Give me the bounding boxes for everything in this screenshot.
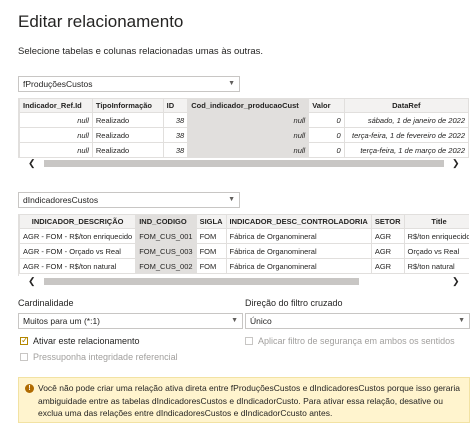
chevron-down-icon: ▼ [231,317,238,324]
table-cell[interactable]: 38 [162,112,189,128]
table-cell[interactable]: terça-feira, 1 de março de 2022 [343,142,469,158]
cardinality-value: Muitos para um (*:1) [23,316,100,326]
table-row: AGR - FOM - Orçado vs Real FOM_CUS_003 F… [19,243,469,259]
table-cell[interactable]: FOM_CUS_002 [135,258,197,274]
table-cell[interactable]: FOM_CUS_001 [135,228,197,244]
table-cell[interactable]: R$/ton natural [403,258,469,274]
table-cell[interactable]: Realizado [91,127,164,143]
scroll-right-icon[interactable]: ❯ [452,158,460,169]
table-cell[interactable]: AGR - FOM - R$/ton natural [19,258,137,274]
table2-col-header[interactable]: INDICADOR_DESC_CONTROLADORIA [225,214,372,229]
table1-col-header[interactable]: ID [162,98,189,113]
checkbox-icon[interactable] [20,353,28,361]
security-filter-label: Aplicar filtro de segurança em ambos os … [258,336,455,346]
table-cell[interactable]: FOM [195,228,227,244]
table-cell[interactable]: FOM_CUS_003 [135,243,197,259]
table-cell[interactable]: R$/ton enriquecido [403,228,469,244]
table2-col-header[interactable]: INDICADOR_DESCRIÇÃO [19,214,137,229]
table2-col-header[interactable]: SETOR [370,214,405,229]
scroll-right-icon[interactable]: ❯ [452,276,460,287]
table-cell[interactable]: Realizado [91,142,164,158]
table2-col-header-selected[interactable]: IND_CODIGO [135,214,197,229]
table-cell[interactable]: terça-feira, 1 de fevereiro de 2022 [343,127,469,143]
security-filter-checkbox[interactable]: Aplicar filtro de segurança em ambos os … [245,336,455,346]
table-cell[interactable]: 0 [308,112,345,128]
table-cell[interactable]: AGR [370,228,405,244]
table-cell[interactable]: 38 [162,127,189,143]
activate-relationship-label: Ativar este relacionamento [33,336,140,346]
table-cell[interactable]: AGR [370,243,405,259]
table-cell[interactable]: null [187,127,310,143]
scroll-thumb[interactable] [44,278,359,285]
table1-col-header[interactable]: Valor [308,98,345,113]
table1-select-value: fProduçõesCustos [23,79,93,89]
table2-grid: INDICADOR_DESCRIÇÃO IND_CODIGO SIGLA IND… [19,214,469,274]
table-cell[interactable]: AGR - FOM - R$/ton enriquecido [19,228,137,244]
table-cell[interactable]: Fábrica de Organomineral [225,228,372,244]
filter-direction-value: Único [250,316,272,326]
table1-preview: Indicador_Ref.Id TipoInformação ID Cod_i… [18,98,469,158]
table1-grid: Indicador_Ref.Id TipoInformação ID Cod_i… [19,98,469,158]
table2-col-header[interactable]: Title [403,214,469,229]
table1-hscrollbar[interactable]: ❮ ❯ [18,158,468,169]
filter-direction-select[interactable]: Único ▼ [245,313,470,329]
ref-integrity-checkbox[interactable]: Pressuponha integridade referencial [20,352,178,362]
warning-text: Você não pode criar uma relação ativa di… [38,383,460,418]
scroll-left-icon[interactable]: ❮ [28,158,36,169]
activate-relationship-checkbox[interactable]: Ativar este relacionamento [20,335,140,346]
dialog-subtitle: Selecione tabelas e colunas relacionadas… [18,46,264,57]
table2-header-row: INDICADOR_DESCRIÇÃO IND_CODIGO SIGLA IND… [19,214,469,229]
table-cell[interactable]: Fábrica de Organomineral [225,258,372,274]
chevron-down-icon: ▼ [228,80,235,87]
table-cell[interactable]: null [19,127,93,143]
table-cell[interactable]: 38 [162,142,189,158]
table-cell[interactable]: null [187,112,310,128]
table-cell[interactable]: null [187,142,310,158]
table-row: AGR - FOM - R$/ton natural FOM_CUS_002 F… [19,258,469,274]
dialog-title: Editar relacionamento [18,12,184,31]
scroll-left-icon[interactable]: ❮ [28,276,36,287]
checkbox-checked-icon[interactable] [20,335,29,346]
chevron-down-icon: ▼ [228,196,235,203]
table2-col-header[interactable]: SIGLA [195,214,227,229]
table2-select-value: dIndicadoresCustos [23,195,99,205]
table1-col-header[interactable]: DataRef [343,98,469,113]
ref-integrity-label: Pressuponha integridade referencial [33,352,178,362]
chevron-down-icon: ▼ [458,317,465,324]
table-cell[interactable]: Fábrica de Organomineral [225,243,372,259]
table-cell[interactable]: Orçado vs Real [403,243,469,259]
table-cell[interactable]: 0 [308,142,345,158]
table-row: null Realizado 38 null 0 terça-feira, 1 … [19,142,469,158]
table-cell[interactable]: null [19,112,93,128]
table-cell[interactable]: FOM [195,243,227,259]
table-cell[interactable]: AGR [370,258,405,274]
checkbox-icon[interactable] [245,337,253,345]
table-row: null Realizado 38 null 0 sábado, 1 de ja… [19,112,469,128]
table1-select[interactable]: fProduçõesCustos ▼ [18,76,240,92]
scroll-thumb[interactable] [44,160,444,167]
table-cell[interactable]: null [19,142,93,158]
table1-header-row: Indicador_Ref.Id TipoInformação ID Cod_i… [19,98,469,113]
table-row: null Realizado 38 null 0 terça-feira, 1 … [19,127,469,143]
table-cell[interactable]: FOM [195,258,227,274]
table2-select[interactable]: dIndicadoresCustos ▼ [18,192,240,208]
warning-icon: ! [25,384,34,393]
table2-preview: INDICADOR_DESCRIÇÃO IND_CODIGO SIGLA IND… [18,214,469,276]
table1-col-header[interactable]: TipoInformação [91,98,164,113]
table-cell[interactable]: AGR - FOM - Orçado vs Real [19,243,137,259]
filter-direction-label: Direção do filtro cruzado [245,298,343,308]
table-cell[interactable]: sábado, 1 de janeiro de 2022 [343,112,469,128]
table-cell[interactable]: 0 [308,127,345,143]
cardinality-label: Cardinalidade [18,298,74,308]
table2-hscrollbar[interactable]: ❮ ❯ [18,276,468,287]
cardinality-select[interactable]: Muitos para um (*:1) ▼ [18,313,243,329]
warning-banner: ! Você não pode criar uma relação ativa … [18,377,470,423]
table1-col-header[interactable]: Indicador_Ref.Id [19,98,93,113]
table1-col-header-selected[interactable]: Cod_indicador_producaoCust [187,98,310,113]
table-cell[interactable]: Realizado [91,112,164,128]
table-row: AGR - FOM - R$/ton enriquecido FOM_CUS_0… [19,228,469,244]
